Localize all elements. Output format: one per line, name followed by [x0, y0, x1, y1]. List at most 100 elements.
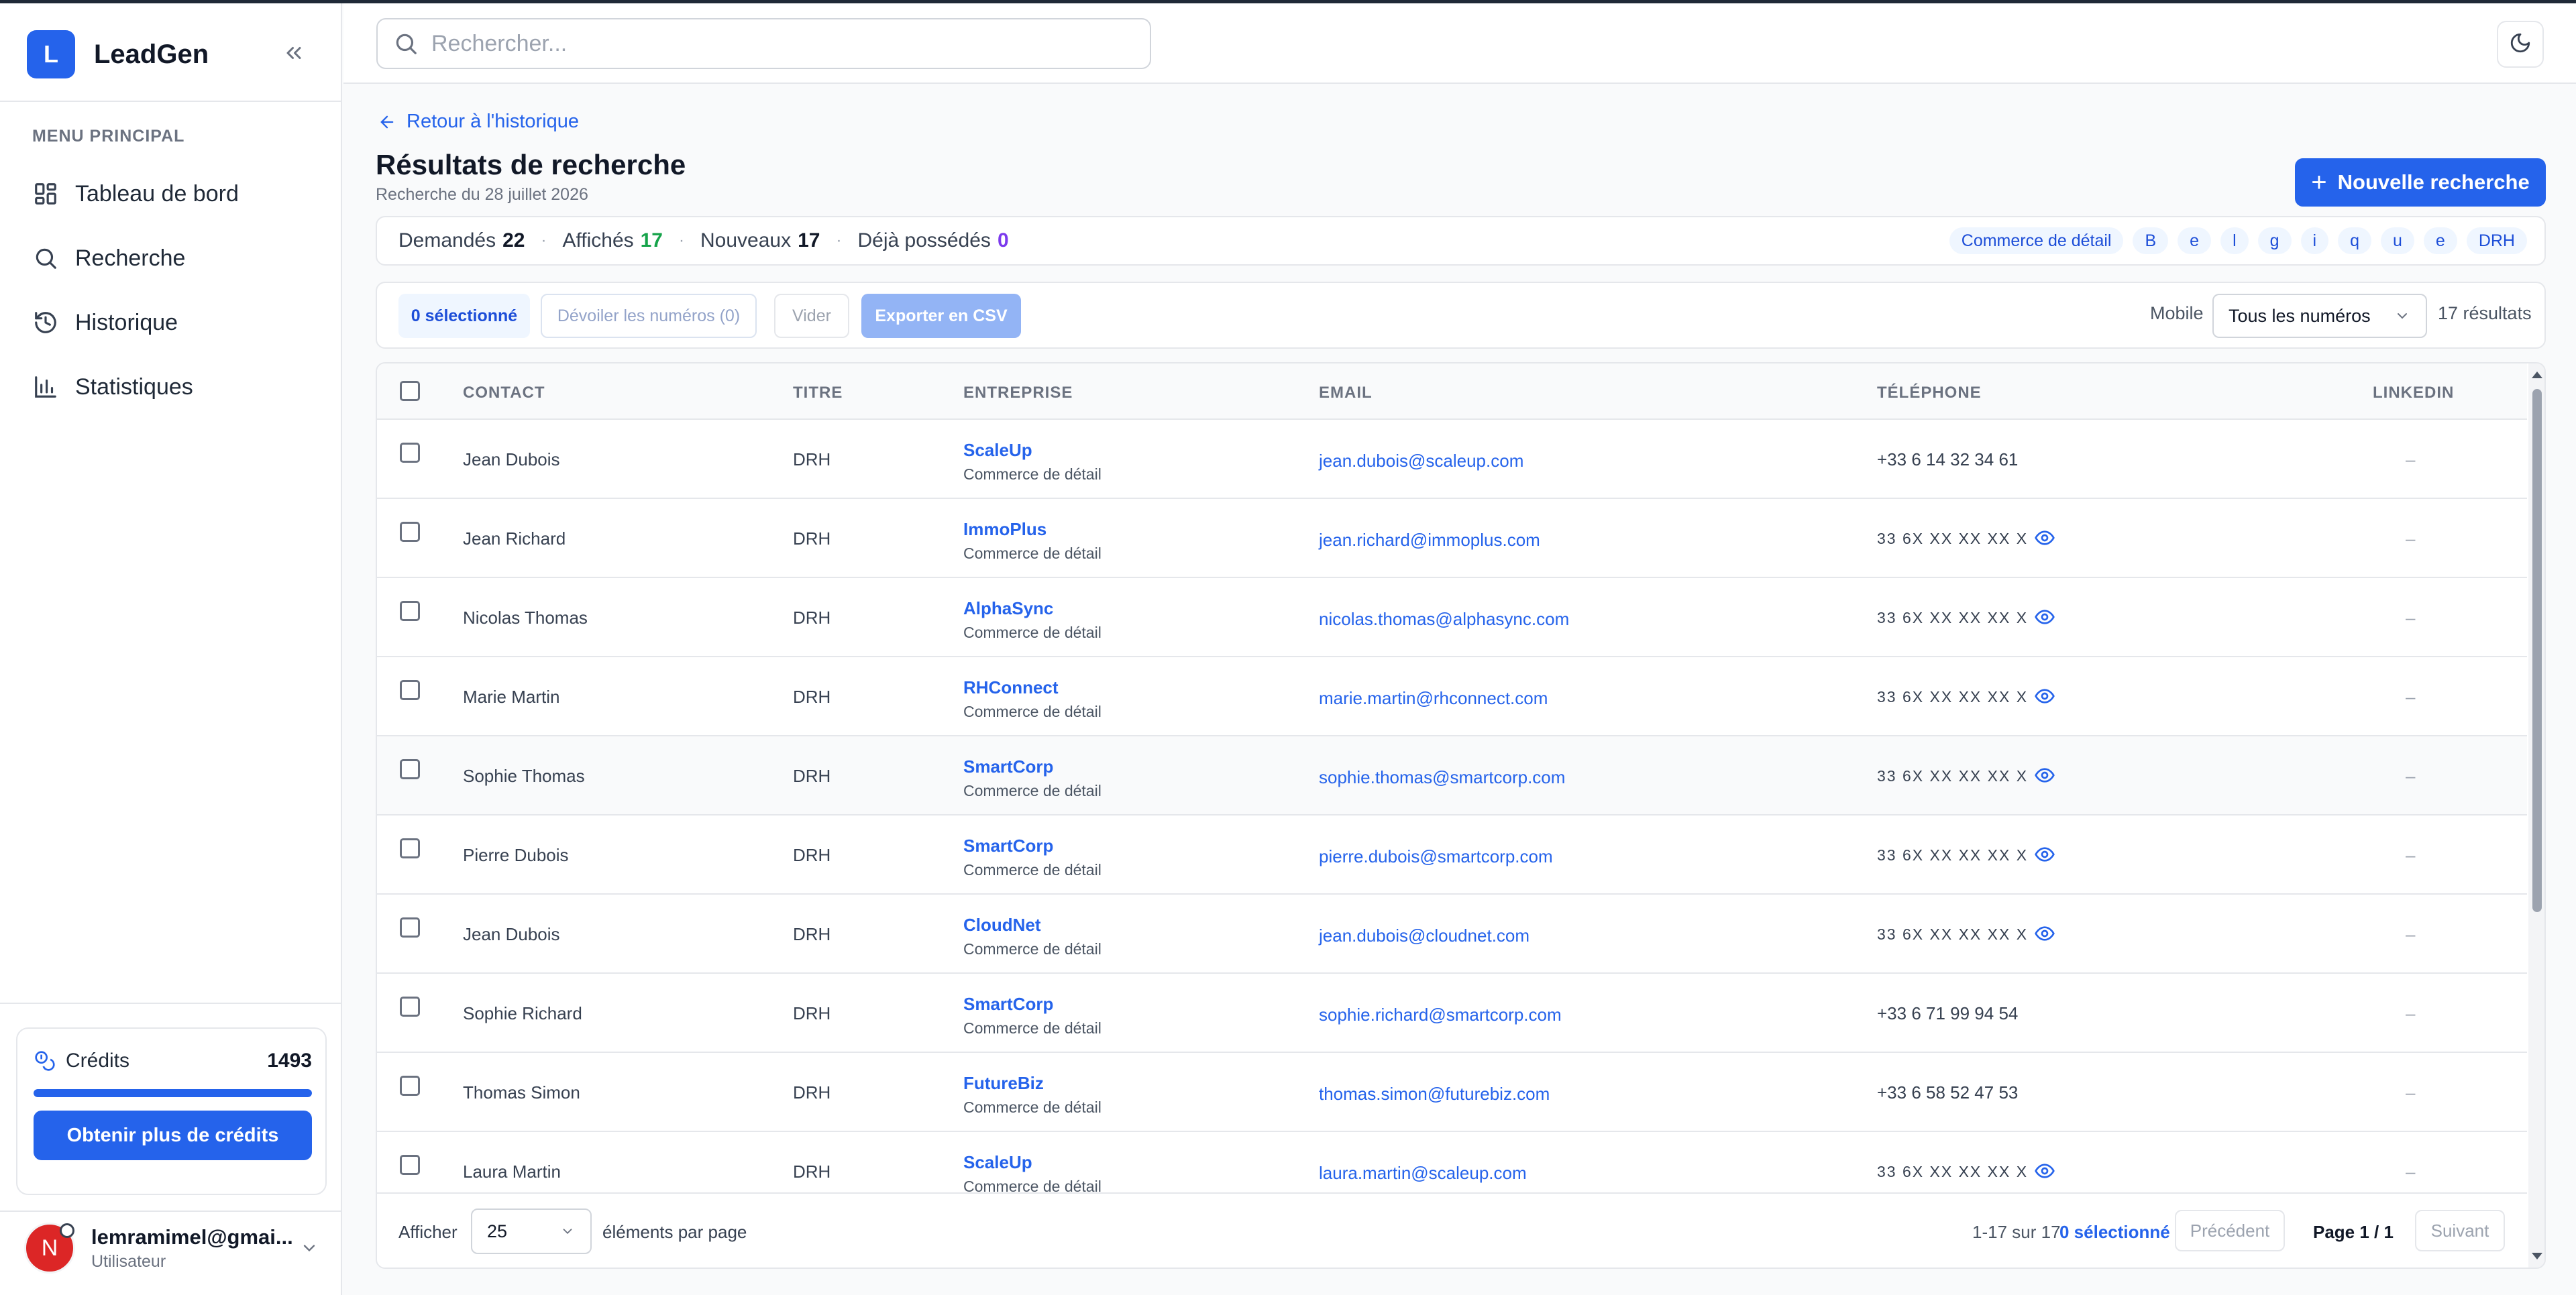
- collapse-sidebar-icon[interactable]: [279, 38, 309, 68]
- credits-progress-fill: [34, 1089, 312, 1097]
- company-link[interactable]: ScaleUp: [963, 440, 1032, 461]
- table-row[interactable]: Thomas Simon DRH FutureBiz Commerce de déta…: [377, 1053, 2527, 1132]
- row-checkbox[interactable]: [400, 997, 420, 1017]
- per-page-select[interactable]: 25: [471, 1208, 592, 1254]
- table-row[interactable]: Jean Richard DRH ImmoPlus Commerce de détai…: [377, 499, 2527, 578]
- plus-icon: +: [2311, 167, 2327, 197]
- company-link[interactable]: AlphaSync: [963, 598, 1053, 619]
- contact-title: DRH: [793, 608, 831, 628]
- column-header-contact[interactable]: CONTACT: [463, 384, 545, 402]
- company-link[interactable]: SmartCorp: [963, 836, 1053, 856]
- company-sector: Commerce de détail: [963, 465, 1102, 483]
- reveal-phone-eye-icon[interactable]: [2033, 526, 2057, 550]
- export-csv-button[interactable]: Exporter en CSV: [861, 294, 1021, 338]
- company-link[interactable]: SmartCorp: [963, 756, 1053, 777]
- reveal-phone-eye-icon[interactable]: [2033, 605, 2057, 629]
- previous-page-button[interactable]: Précédent: [2175, 1210, 2285, 1251]
- contact-title: DRH: [793, 924, 831, 944]
- filter-tag: e: [2178, 227, 2212, 254]
- email-link[interactable]: pierre.dubois@smartcorp.com: [1319, 846, 1553, 867]
- next-page-button[interactable]: Suivant: [2415, 1210, 2505, 1251]
- email-link[interactable]: sophie.thomas@smartcorp.com: [1319, 767, 1565, 788]
- company-link[interactable]: FutureBiz: [963, 1073, 1044, 1094]
- column-header-email[interactable]: EMAIL: [1319, 384, 1373, 402]
- user-email: lemramimel@gmai...: [91, 1225, 293, 1249]
- table-row[interactable]: Pierre Dubois DRH SmartCorp Commerce de dét…: [377, 815, 2527, 895]
- email-link[interactable]: jean.dubois@cloudnet.com: [1319, 925, 1529, 946]
- clear-selection-button[interactable]: Vider: [774, 294, 849, 338]
- reveal-phone-eye-icon[interactable]: [2033, 921, 2057, 946]
- email-link[interactable]: jean.dubois@scaleup.com: [1319, 451, 1523, 471]
- select-all-checkbox[interactable]: [400, 381, 420, 401]
- email-link[interactable]: sophie.richard@smartcorp.com: [1319, 1005, 1562, 1025]
- sidebar-item-history[interactable]: Historique: [32, 302, 178, 343]
- company-link[interactable]: SmartCorp: [963, 994, 1053, 1015]
- masked-phone: 33 6X XX XX XX X: [1877, 925, 2029, 943]
- table-row[interactable]: Jean Dubois DRH ScaleUp Commerce de détail j…: [377, 420, 2527, 499]
- reveal-phone-eye-icon[interactable]: [2033, 1159, 2057, 1183]
- column-header-title[interactable]: TITRE: [793, 384, 843, 402]
- contact-name: Thomas Simon: [463, 1082, 580, 1103]
- scrollbar-thumb[interactable]: [2532, 389, 2542, 912]
- user-menu[interactable]: N lemramimel@gmai... Utilisateur: [24, 1219, 319, 1278]
- company-sector: Commerce de détail: [963, 1019, 1102, 1037]
- scroll-down-arrow[interactable]: [2532, 1253, 2542, 1259]
- pagination-range: 1-17 sur 17: [1972, 1222, 2061, 1242]
- row-checkbox[interactable]: [400, 680, 420, 700]
- row-checkbox[interactable]: [400, 443, 420, 463]
- filter-tag: g: [2257, 227, 2292, 254]
- table-scrollbar[interactable]: [2528, 363, 2544, 1268]
- email-link[interactable]: marie.martin@rhconnect.com: [1319, 688, 1548, 709]
- table-row[interactable]: Marie Martin DRH RHConnect Commerce de déta…: [377, 657, 2527, 736]
- scroll-up-arrow[interactable]: [2532, 372, 2542, 378]
- mobile-filter-value: Tous les numéros: [2229, 305, 2371, 326]
- email-link[interactable]: thomas.simon@futurebiz.com: [1319, 1084, 1550, 1105]
- table-row[interactable]: Jean Dubois DRH CloudNet Commerce de détail…: [377, 895, 2527, 974]
- row-checkbox[interactable]: [400, 917, 420, 938]
- row-checkbox[interactable]: [400, 522, 420, 542]
- theme-toggle-button[interactable]: [2497, 21, 2544, 68]
- sidebar-item-search[interactable]: Recherche: [32, 238, 185, 278]
- contact-name: Nicolas Thomas: [463, 608, 588, 628]
- sidebar-item-dashboard[interactable]: Tableau de bord: [32, 174, 239, 214]
- sidebar-item-label: Tableau de bord: [75, 180, 239, 207]
- selection-count-button[interactable]: 0 sélectionné: [398, 294, 530, 338]
- table-row[interactable]: Nicolas Thomas DRH AlphaSync Commerce de dé…: [377, 578, 2527, 657]
- sidebar: L LeadGen MENU PRINCIPAL Tableau de bord…: [0, 3, 342, 1295]
- sidebar-item-statistics[interactable]: Statistiques: [32, 367, 193, 407]
- column-header-company[interactable]: ENTREPRISE: [963, 384, 1073, 402]
- search-input[interactable]: [431, 30, 1102, 57]
- reveal-phone-eye-icon[interactable]: [2033, 684, 2057, 708]
- linkedin-value: –: [2406, 449, 2416, 469]
- masked-phone: 33 6X XX XX XX X: [1877, 767, 2029, 785]
- new-search-button[interactable]: + Nouvelle recherche: [2295, 158, 2546, 207]
- row-checkbox[interactable]: [400, 601, 420, 621]
- table-row[interactable]: Sophie Thomas DRH SmartCorp Commerce de dét…: [377, 736, 2527, 815]
- email-link[interactable]: laura.martin@scaleup.com: [1319, 1163, 1527, 1184]
- footer-selected-count: 0 sélectionné: [2059, 1222, 2170, 1242]
- mobile-filter-select[interactable]: Tous les numéros: [2212, 294, 2427, 338]
- reveal-phone-eye-icon[interactable]: [2033, 763, 2057, 787]
- email-link[interactable]: jean.richard@immoplus.com: [1319, 530, 1540, 551]
- company-link[interactable]: RHConnect: [963, 677, 1059, 698]
- table-row[interactable]: Sophie Richard DRH SmartCorp Commerce de dé…: [377, 974, 2527, 1053]
- column-header-linkedin[interactable]: LINKEDIN: [2373, 384, 2454, 402]
- contact-name: Pierre Dubois: [463, 845, 569, 865]
- contact-title: DRH: [793, 528, 831, 549]
- global-search[interactable]: [376, 18, 1151, 69]
- company-link[interactable]: CloudNet: [963, 915, 1041, 936]
- company-link[interactable]: ImmoPlus: [963, 519, 1046, 540]
- brand[interactable]: L LeadGen: [27, 30, 209, 79]
- column-header-phone[interactable]: TÉLÉPHONE: [1877, 384, 1982, 402]
- filter-tag: i: [2300, 227, 2329, 254]
- get-more-credits-button[interactable]: Obtenir plus de crédits: [34, 1111, 312, 1160]
- company-link[interactable]: ScaleUp: [963, 1152, 1032, 1173]
- row-checkbox[interactable]: [400, 1076, 420, 1096]
- back-to-history-link[interactable]: Retour à l'historique: [377, 111, 579, 133]
- row-checkbox[interactable]: [400, 759, 420, 779]
- row-checkbox[interactable]: [400, 1155, 420, 1175]
- email-link[interactable]: nicolas.thomas@alphasync.com: [1319, 609, 1569, 630]
- reveal-numbers-button[interactable]: Dévoiler les numéros (0): [541, 294, 757, 338]
- row-checkbox[interactable]: [400, 838, 420, 858]
- reveal-phone-eye-icon[interactable]: [2033, 842, 2057, 866]
